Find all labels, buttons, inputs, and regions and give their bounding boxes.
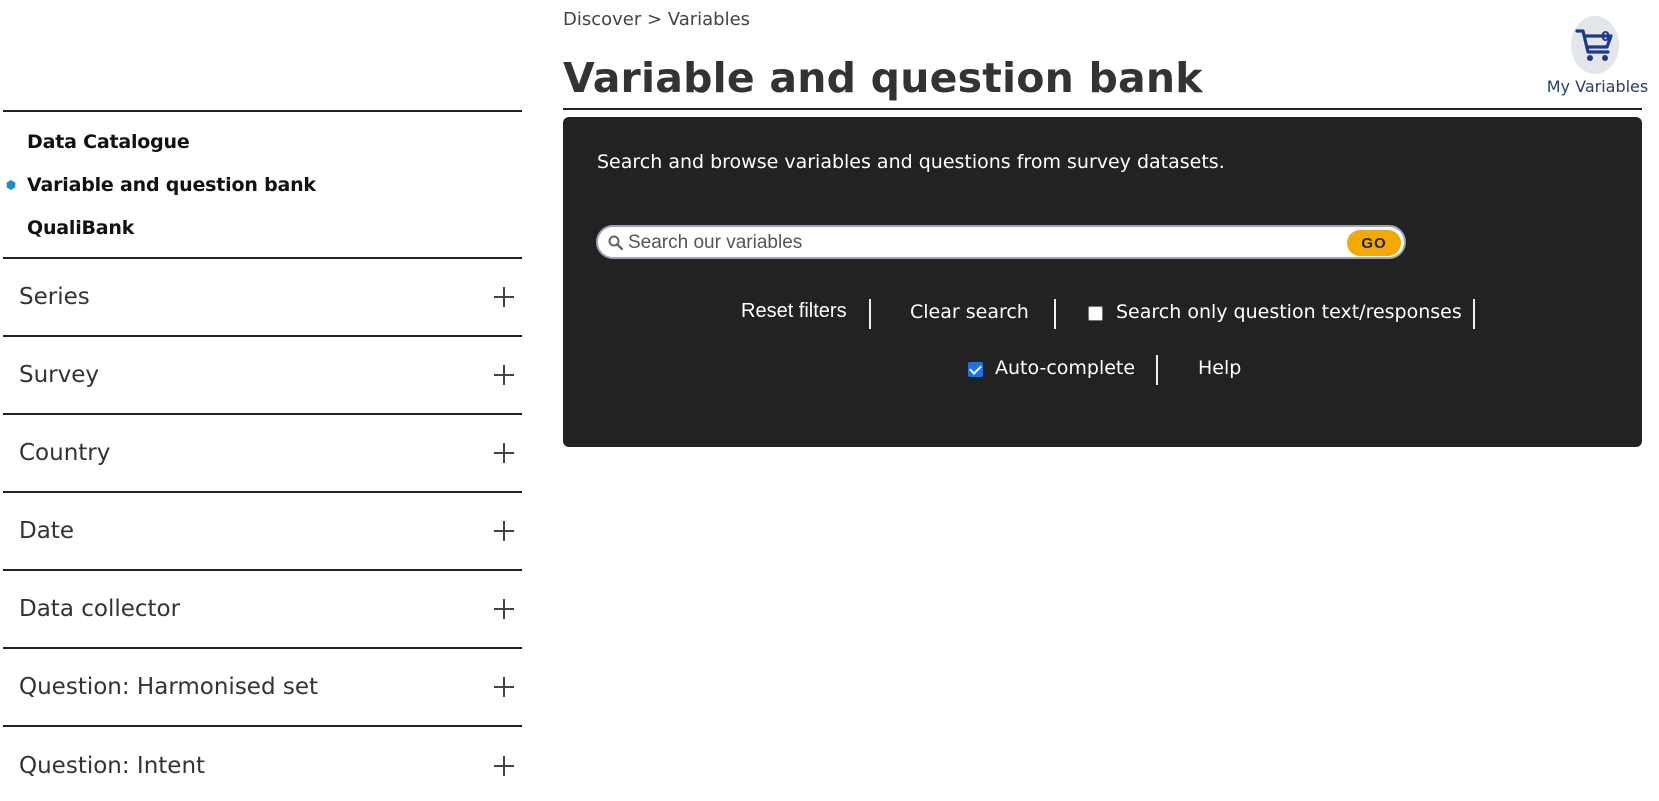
autocomplete-checkbox[interactable] (968, 362, 983, 377)
facet-label: Series (19, 284, 90, 310)
nav-item-label: Variable and question bank (27, 173, 316, 196)
plus-icon[interactable] (494, 599, 514, 619)
nav-item-data-catalogue[interactable]: Data Catalogue (3, 120, 522, 163)
facet-label: Question: Intent (19, 753, 206, 779)
facet-series[interactable]: Series (3, 259, 522, 337)
plus-icon[interactable] (494, 521, 514, 541)
plus-icon[interactable] (494, 365, 514, 385)
facet-label: Data collector (19, 596, 181, 622)
divider (1156, 355, 1158, 385)
nav-item-variable-bank[interactable]: Variable and question bank (3, 163, 522, 206)
help-link[interactable]: Help (1198, 357, 1241, 379)
facet-question-harmonised-set[interactable]: Question: Harmonised set (3, 649, 522, 727)
question-only-checkbox[interactable] (1088, 306, 1103, 321)
facet-question-intent[interactable]: Question: Intent (3, 727, 522, 801)
facet-label: Date (19, 518, 74, 544)
facet-label: Question: Harmonised set (19, 674, 319, 700)
basket-circle: 0 (1571, 16, 1619, 74)
breadcrumb[interactable]: Discover > Variables (563, 9, 750, 30)
autocomplete-label[interactable]: Auto-complete (995, 357, 1135, 379)
basket-count: 0 (1601, 30, 1611, 45)
divider (869, 299, 871, 329)
my-variables-button[interactable]: 0 My Variables (1536, 16, 1654, 96)
page-title: Variable and question bank (563, 54, 1203, 102)
search-icon (608, 235, 623, 250)
search-options-row: Auto-complete Help (563, 353, 1642, 387)
question-only-label[interactable]: Search only question text/responses (1116, 301, 1462, 323)
facet-label: Country (19, 440, 111, 466)
search-input[interactable] (628, 230, 1328, 256)
divider (1473, 299, 1475, 329)
active-indicator-icon (6, 180, 16, 190)
facet-survey[interactable]: Survey (3, 337, 522, 415)
facet-data-collector[interactable]: Data collector (3, 571, 522, 649)
title-divider (563, 108, 1642, 110)
search-box: GO (596, 225, 1406, 259)
facet-label: Survey (19, 362, 100, 388)
plus-icon[interactable] (494, 443, 514, 463)
divider (1054, 299, 1056, 329)
sidebar: Data Catalogue Variable and question ban… (3, 110, 522, 801)
facet-date[interactable]: Date (3, 493, 522, 571)
plus-icon[interactable] (494, 677, 514, 697)
search-panel: Search and browse variables and question… (563, 117, 1642, 447)
section-nav: Data Catalogue Variable and question ban… (3, 110, 522, 259)
reset-filters-button[interactable]: Reset filters (741, 300, 847, 323)
go-button[interactable]: GO (1347, 230, 1401, 256)
facet-country[interactable]: Country (3, 415, 522, 493)
plus-icon[interactable] (494, 287, 514, 307)
basket-label: My Variables (1546, 77, 1649, 96)
search-intro: Search and browse variables and question… (597, 151, 1225, 173)
search-options-row: Reset filters Clear search Search only q… (563, 297, 1642, 331)
clear-search-button[interactable]: Clear search (910, 301, 1029, 323)
nav-item-qualibank[interactable]: QualiBank (3, 206, 522, 249)
plus-icon[interactable] (494, 756, 514, 776)
nav-item-label: QualiBank (27, 216, 135, 239)
nav-item-label: Data Catalogue (27, 130, 190, 153)
